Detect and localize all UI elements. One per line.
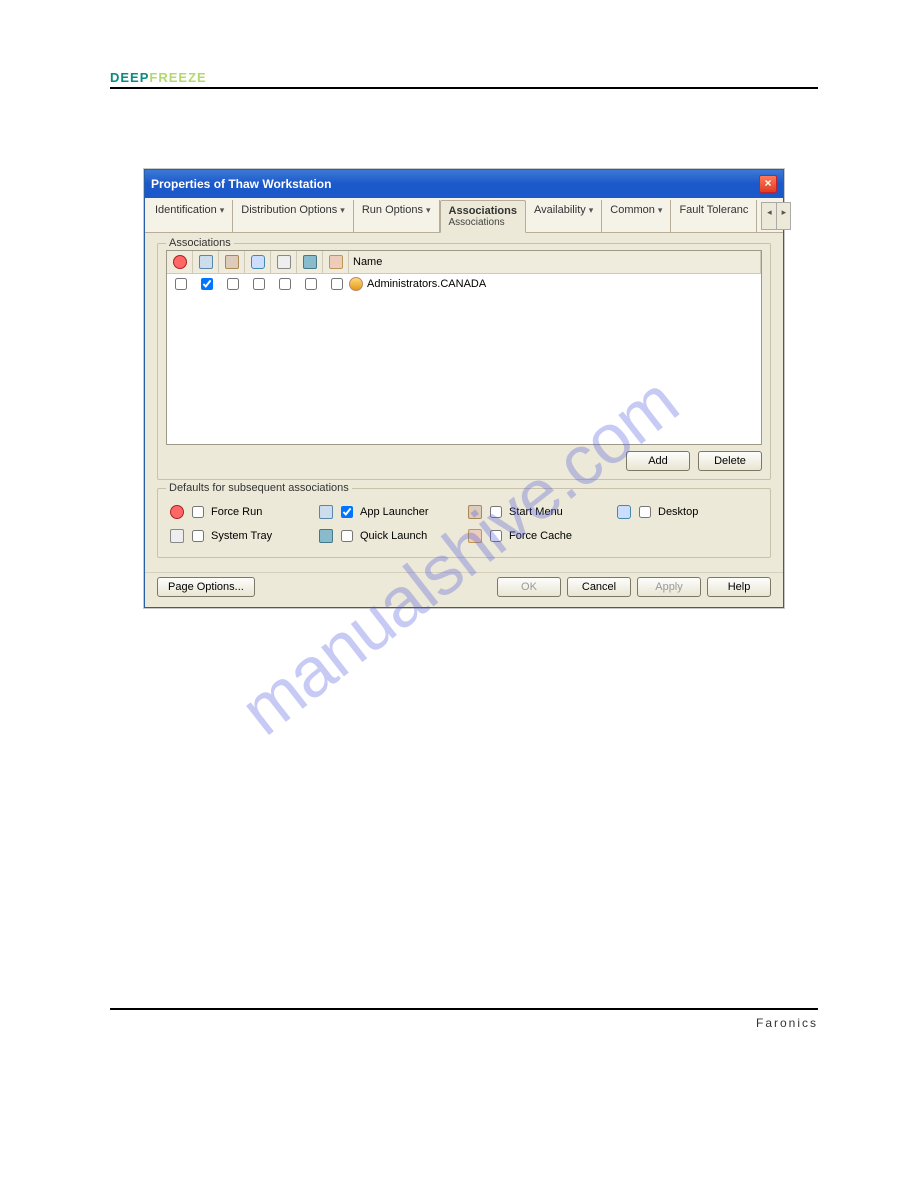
quick-launch-checkbox[interactable] [341, 530, 353, 542]
add-button[interactable]: Add [626, 451, 690, 471]
col-quick-icon [303, 255, 317, 269]
default-desktop: Desktop [617, 503, 758, 521]
row-desktop-checkbox[interactable] [253, 278, 265, 290]
default-force-run: Force Run [170, 503, 311, 521]
desktop-icon [617, 505, 631, 519]
tab-identification[interactable]: Identification [147, 200, 233, 232]
properties-dialog: Properties of Thaw Workstation × Identif… [144, 169, 784, 608]
footer-brand: Faronics [110, 1016, 818, 1030]
col-tray-icon [277, 255, 291, 269]
tab-scroll-right[interactable]: ▸ [776, 203, 790, 229]
default-force-cache: Force Cache [468, 527, 609, 545]
tab-fault-tolerance[interactable]: Fault Toleranc [671, 200, 757, 232]
default-system-tray: System Tray [170, 527, 311, 545]
associations-list[interactable]: Name Administrators.CANADA [166, 250, 762, 445]
logo-deep: DEEP [110, 70, 149, 85]
desktop-checkbox[interactable] [639, 506, 651, 518]
col-desktop-icon [251, 255, 265, 269]
ok-button[interactable]: OK [497, 577, 561, 597]
start-menu-icon [468, 505, 482, 519]
force-run-icon [170, 505, 184, 519]
associations-group-label: Associations [166, 237, 234, 249]
associations-group: Associations Name [157, 243, 771, 480]
titlebar: Properties of Thaw Workstation × [145, 170, 783, 198]
force-cache-checkbox[interactable] [490, 530, 502, 542]
dialog-footer: Page Options... OK Cancel Apply Help [145, 572, 783, 607]
tab-run-options[interactable]: Run Options [354, 200, 440, 232]
defaults-group-label: Defaults for subsequent associations [166, 482, 352, 494]
tab-common[interactable]: Common [602, 200, 671, 232]
row-force-checkbox[interactable] [175, 278, 187, 290]
col-cache-icon [329, 255, 343, 269]
tab-associations[interactable]: Associations Associations [440, 200, 526, 233]
default-app-launcher: App Launcher [319, 503, 460, 521]
row-cache-checkbox[interactable] [331, 278, 343, 290]
system-tray-icon [170, 529, 184, 543]
col-app-icon [199, 255, 213, 269]
force-cache-icon [468, 529, 482, 543]
close-icon[interactable]: × [759, 175, 777, 193]
row-tray-checkbox[interactable] [279, 278, 291, 290]
app-launcher-icon [319, 505, 333, 519]
app-launcher-checkbox[interactable] [341, 506, 353, 518]
defaults-group: Defaults for subsequent associations For… [157, 488, 771, 558]
tab-scroll-left[interactable]: ◂ [762, 203, 776, 229]
col-start-icon [225, 255, 239, 269]
page-header-logo: DEEPFREEZE [110, 70, 818, 85]
system-tray-checkbox[interactable] [192, 530, 204, 542]
quick-launch-icon [319, 529, 333, 543]
header-rule [110, 87, 818, 89]
delete-button[interactable]: Delete [698, 451, 762, 471]
apply-button[interactable]: Apply [637, 577, 701, 597]
table-row[interactable]: Administrators.CANADA [167, 274, 761, 294]
default-quick-launch: Quick Launch [319, 527, 460, 545]
cancel-button[interactable]: Cancel [567, 577, 631, 597]
row-quick-checkbox[interactable] [305, 278, 317, 290]
start-menu-checkbox[interactable] [490, 506, 502, 518]
default-start-menu: Start Menu [468, 503, 609, 521]
tab-distribution-options[interactable]: Distribution Options [233, 200, 354, 232]
footer-rule [110, 1008, 818, 1010]
logo-freeze: FREEZE [149, 70, 206, 85]
row-app-checkbox[interactable] [201, 278, 213, 290]
col-force-icon [173, 255, 187, 269]
tab-scroll[interactable]: ◂ ▸ [761, 202, 791, 230]
users-icon [349, 277, 363, 291]
row-name: Administrators.CANADA [367, 278, 486, 290]
col-name: Name [349, 251, 761, 273]
tab-strip: Identification Distribution Options Run … [145, 198, 783, 233]
help-button[interactable]: Help [707, 577, 771, 597]
page-options-button[interactable]: Page Options... [157, 577, 255, 597]
force-run-checkbox[interactable] [192, 506, 204, 518]
list-header: Name [167, 251, 761, 274]
row-start-checkbox[interactable] [227, 278, 239, 290]
tab-availability[interactable]: Availability [526, 200, 602, 232]
window-title: Properties of Thaw Workstation [151, 177, 331, 191]
